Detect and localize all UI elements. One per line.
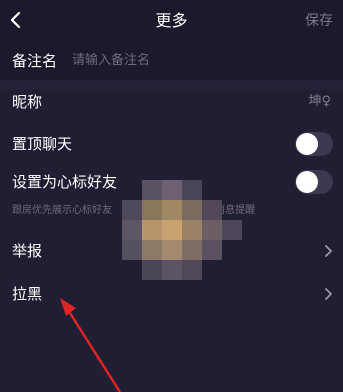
toggle-knob bbox=[296, 133, 318, 155]
pin-chat-toggle[interactable] bbox=[295, 132, 333, 156]
remark-input[interactable] bbox=[72, 50, 322, 70]
pixelated-avatar bbox=[122, 180, 242, 280]
report-label: 举报 bbox=[12, 242, 43, 260]
nickname-value: 坤♀ bbox=[308, 94, 331, 109]
save-button[interactable]: 保存 bbox=[305, 12, 333, 30]
remark-row: 备注名 bbox=[0, 40, 343, 80]
page-title: 更多 bbox=[155, 11, 188, 30]
close-friend-toggle[interactable] bbox=[295, 170, 333, 194]
nickname-label: 昵称 bbox=[12, 93, 43, 111]
remark-label: 备注名 bbox=[12, 52, 58, 70]
pin-chat-label: 置顶聊天 bbox=[12, 135, 73, 153]
chevron-right-icon bbox=[325, 245, 332, 257]
block-label: 拉黑 bbox=[12, 285, 43, 303]
toggle-knob bbox=[296, 171, 318, 193]
nickname-row: 昵称 坤♀ bbox=[0, 82, 343, 122]
close-friend-label: 设置为心标好友 bbox=[12, 173, 118, 191]
pin-chat-row: 置顶聊天 bbox=[0, 124, 343, 164]
navigation-bar: 更多 保存 bbox=[0, 0, 343, 40]
chevron-right-icon bbox=[325, 288, 332, 300]
